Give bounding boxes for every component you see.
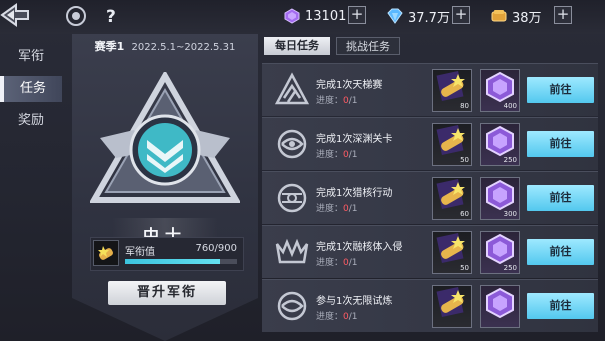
reward-item-gem[interactable]: 400 bbox=[480, 69, 520, 112]
currency-gem-value: 13101 bbox=[305, 8, 347, 24]
add-coin-button[interactable]: + bbox=[554, 6, 572, 24]
task-title: 完成1次深渊关卡 bbox=[316, 134, 393, 145]
task-progress-total: /1 bbox=[348, 150, 358, 160]
purple-gem-icon bbox=[284, 8, 300, 24]
rank-points-box: 军衔值 760/900 bbox=[90, 237, 244, 271]
rank-scroll-icon bbox=[98, 246, 113, 260]
task-progress: 进度：0/1 bbox=[316, 255, 358, 268]
reward-item-gem[interactable]: 300 bbox=[480, 177, 520, 220]
add-diamond-button[interactable]: + bbox=[452, 6, 470, 24]
task-title: 完成1次融核体入侵 bbox=[316, 242, 403, 253]
currency-diamond-value: 37.7万 bbox=[408, 10, 450, 26]
reward-count: 50 bbox=[460, 156, 469, 164]
purple-crystal-icon bbox=[486, 233, 514, 265]
task-row: 完成1次融核体入侵 进度：0/1 50 250 前往 bbox=[262, 225, 598, 278]
reward-count: 60 bbox=[460, 210, 469, 218]
task-progress-total: /1 bbox=[348, 312, 358, 322]
record-button[interactable] bbox=[66, 6, 86, 26]
tab-daily-tasks[interactable]: 每日任务 bbox=[264, 37, 330, 55]
season-dates: 2022.5.1~2022.5.31 bbox=[131, 42, 236, 53]
task-progress-label: 进度： bbox=[316, 96, 344, 106]
back-button[interactable] bbox=[0, 3, 30, 27]
trial-emblem-icon bbox=[277, 291, 307, 321]
rank-points-item bbox=[93, 240, 119, 266]
sidebar-item-rewards[interactable]: 奖励 bbox=[0, 108, 62, 134]
currency-coin: 38万 bbox=[490, 6, 542, 26]
reward-count: 250 bbox=[503, 264, 517, 272]
task-progress: 进度：0/1 bbox=[316, 309, 358, 322]
top-bar: ? 13101 + 37.7万 + 38万 + bbox=[0, 0, 605, 34]
task-title: 完成1次天梯赛 bbox=[316, 80, 383, 91]
season-label: 赛季1 bbox=[94, 40, 125, 53]
task-progress-label: 进度： bbox=[316, 258, 344, 268]
task-title: 参与1次无限试炼 bbox=[316, 296, 393, 307]
task-title: 完成1次猎核行动 bbox=[316, 188, 393, 199]
reward-item-scroll[interactable]: 60 bbox=[432, 177, 472, 220]
task-progress-label: 进度： bbox=[316, 150, 344, 160]
reward-count: 50 bbox=[460, 264, 469, 272]
invasion-emblem-icon bbox=[275, 238, 309, 264]
task-progress-total: /1 bbox=[348, 258, 358, 268]
rank-points-bar bbox=[125, 259, 237, 264]
gold-scroll-icon bbox=[436, 124, 465, 156]
reward-count: 250 bbox=[503, 156, 517, 164]
reward-count: 400 bbox=[503, 102, 517, 110]
hunt-emblem-icon bbox=[277, 183, 307, 213]
sidebar-item-tasks[interactable]: 任务 bbox=[0, 76, 62, 102]
tab-challenge-tasks[interactable]: 挑战任务 bbox=[336, 37, 400, 55]
gold-scroll-icon bbox=[436, 286, 465, 318]
add-gem-button[interactable]: + bbox=[348, 6, 366, 24]
help-button[interactable]: ? bbox=[106, 7, 116, 27]
ladder-emblem-icon bbox=[274, 72, 310, 105]
back-arrow-icon bbox=[0, 3, 29, 27]
gold-scroll-icon bbox=[436, 232, 465, 264]
reward-item-scroll[interactable]: 50 bbox=[432, 123, 472, 166]
go-button[interactable]: 前往 bbox=[527, 185, 594, 211]
reward-item-scroll[interactable]: 50 bbox=[432, 231, 472, 274]
task-progress-label: 进度： bbox=[316, 204, 344, 214]
reward-item-gem[interactable] bbox=[480, 285, 520, 328]
reward-count: 80 bbox=[460, 102, 469, 110]
go-button[interactable]: 前往 bbox=[527, 239, 594, 265]
promote-rank-button[interactable]: 晋升军衔 bbox=[108, 281, 226, 305]
task-row: 完成1次猎核行动 进度：0/1 60 300 前往 bbox=[262, 171, 598, 224]
purple-crystal-icon bbox=[486, 287, 514, 319]
go-button[interactable]: 前往 bbox=[527, 293, 594, 319]
currency-gem: 13101 bbox=[283, 6, 346, 26]
task-list[interactable]: 完成1次天梯赛 进度：0/1 80 400 前往 完成1次深渊关卡 进度：0/1… bbox=[262, 60, 605, 341]
purple-crystal-icon bbox=[486, 71, 514, 103]
currency-coin-value: 38万 bbox=[512, 10, 542, 26]
go-button[interactable]: 前往 bbox=[527, 131, 594, 157]
reward-item-scroll[interactable] bbox=[432, 285, 472, 328]
abyss-emblem-icon bbox=[277, 129, 307, 159]
rank-points-label: 军衔值 bbox=[125, 247, 155, 258]
task-progress: 进度：0/1 bbox=[316, 147, 358, 160]
blue-diamond-icon bbox=[387, 8, 403, 24]
sidebar: 军衔 任务 奖励 bbox=[0, 38, 62, 341]
task-row: 参与1次无限试炼 进度：0/1 前往 bbox=[262, 279, 598, 332]
reward-count: 300 bbox=[503, 210, 517, 218]
task-progress-label: 进度： bbox=[316, 312, 344, 322]
reward-item-scroll[interactable]: 80 bbox=[432, 69, 472, 112]
rank-emblem-icon bbox=[90, 72, 240, 203]
task-row: 完成1次深渊关卡 进度：0/1 50 250 前往 bbox=[262, 117, 598, 170]
go-button[interactable]: 前往 bbox=[527, 77, 594, 103]
purple-crystal-icon bbox=[486, 179, 514, 211]
task-progress-total: /1 bbox=[348, 96, 358, 106]
gold-scroll-icon bbox=[436, 70, 465, 102]
rank-points-value: 760/900 bbox=[195, 243, 237, 254]
task-row: 完成1次天梯赛 进度：0/1 80 400 前往 bbox=[262, 63, 598, 116]
season-row: 赛季1 2022.5.1~2022.5.31 bbox=[72, 38, 258, 54]
task-progress: 进度：0/1 bbox=[316, 201, 358, 214]
reward-item-gem[interactable]: 250 bbox=[480, 231, 520, 274]
reward-item-gem[interactable]: 250 bbox=[480, 123, 520, 166]
task-progress-total: /1 bbox=[348, 204, 358, 214]
task-progress: 进度：0/1 bbox=[316, 93, 358, 106]
currency-diamond: 37.7万 bbox=[386, 6, 450, 26]
rank-points-fill bbox=[125, 259, 220, 264]
gold-scroll-icon bbox=[436, 178, 465, 210]
gold-coin-icon bbox=[491, 10, 507, 22]
purple-crystal-icon bbox=[486, 125, 514, 157]
sidebar-item-rank[interactable]: 军衔 bbox=[0, 44, 62, 70]
